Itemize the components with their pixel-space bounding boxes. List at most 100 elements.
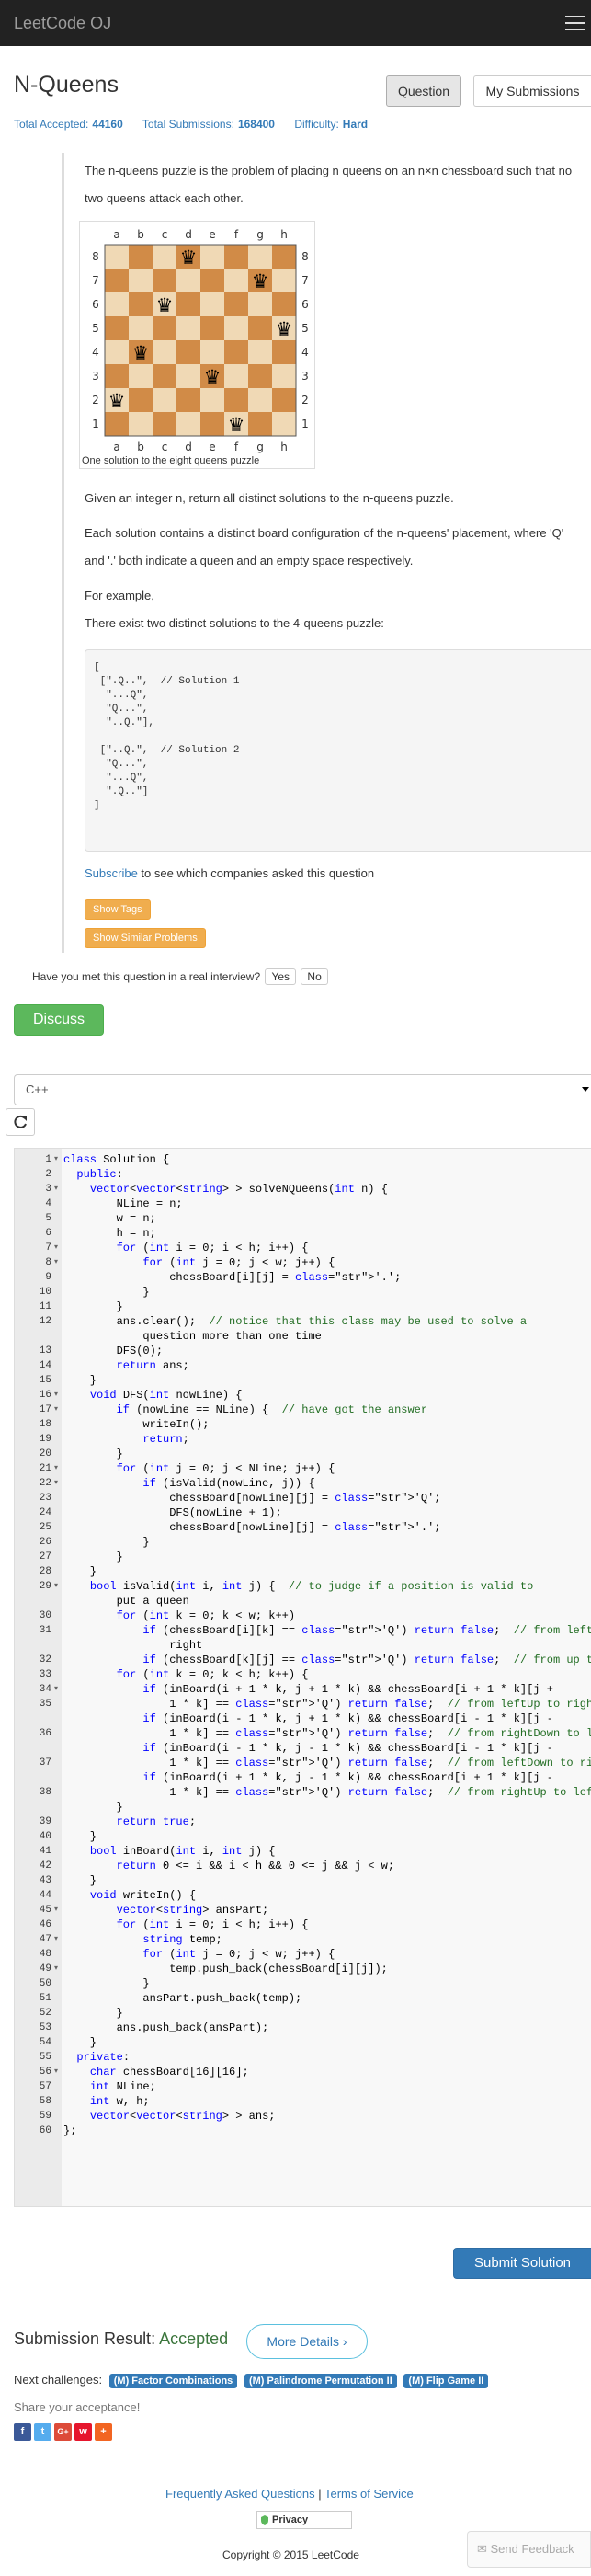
line-number: 41 (39, 1846, 51, 1857)
interview-no-button[interactable]: No (301, 968, 328, 985)
fold-arrow-icon[interactable]: ▾ (54, 1152, 58, 1167)
description-p2: Given an integer n, return all distinct … (85, 491, 454, 505)
next-challenge-link[interactable]: (M) Palindrome Permutation II (244, 2374, 397, 2388)
board-square (176, 269, 200, 292)
rank-label: 1 (92, 418, 99, 430)
discuss-button[interactable]: Discuss (14, 1004, 104, 1036)
board-square (272, 412, 296, 436)
line-number: 52 (39, 2008, 51, 2019)
subscribe-text: to see which companies asked this questi… (137, 866, 375, 880)
interview-yes-button[interactable]: Yes (265, 968, 297, 985)
line-number: 19 (39, 1434, 51, 1445)
line-number: 21 (39, 1463, 51, 1474)
total-accepted-value: 44160 (92, 118, 123, 131)
plus-icon[interactable]: + (95, 2423, 112, 2441)
code-text: ansPart.push_back(temp); (63, 1992, 302, 2005)
board-square (105, 245, 129, 269)
line-number: 42 (39, 1860, 51, 1872)
code-text: return; (142, 1433, 189, 1446)
line-number: 47 (39, 1934, 51, 1945)
google-plus-icon[interactable]: G+ (54, 2423, 72, 2441)
fold-arrow-icon[interactable]: ▾ (54, 1476, 58, 1491)
fold-arrow-icon[interactable]: ▾ (54, 1241, 58, 1255)
file-label: c (162, 441, 168, 453)
code-text: } (63, 1536, 150, 1549)
send-feedback-button[interactable]: ✉ Send Feedback (467, 2531, 591, 2568)
line-number: 10 (39, 1287, 51, 1298)
total-submissions-label: Total Submissions: (142, 118, 234, 131)
line-number: 8 (45, 1257, 51, 1268)
line-number: 5 (45, 1213, 51, 1224)
privacy-link[interactable]: Privacy (256, 2511, 352, 2529)
fold-arrow-icon[interactable]: ▾ (54, 1932, 58, 1947)
fold-arrow-icon[interactable]: ▾ (54, 1388, 58, 1402)
board-square (129, 292, 153, 316)
line-number: 32 (39, 1654, 51, 1666)
code-text: chessBoard[i][j] = class="str">'.'; (63, 1271, 402, 1284)
board-square (176, 364, 200, 388)
subscribe-link[interactable]: Subscribe (85, 866, 138, 880)
code-text: if (isValid(nowLine, j)) { (142, 1477, 315, 1490)
show-similar-problems-button[interactable]: Show Similar Problems (85, 928, 206, 948)
code-text: class Solution { (63, 1153, 170, 1166)
fold-arrow-icon[interactable]: ▾ (54, 1461, 58, 1476)
code-editor[interactable]: 1 ▾ class Solution {2 public: 3 ▾ vector<vec… (14, 1148, 591, 2207)
twitter-icon[interactable]: t (34, 2423, 51, 2441)
code-text: ans.clear(); // notice that this class m… (63, 1315, 528, 1328)
board-square (200, 388, 224, 412)
description-p1-line1: The n-queens puzzle is the problem of pl… (85, 164, 573, 177)
fold-arrow-icon[interactable]: ▾ (54, 1682, 58, 1697)
chessboard-figure: a a b b c c d d e e f f g g h h 8 8 7 7 6 6 5 5 4 4 3 3 2 2 1 1 ♛ ♛ ♛ ♛ ♛ ♛ ♛ ♛… (79, 221, 315, 469)
board-square (224, 316, 248, 340)
code-text: void writeIn() { (89, 1889, 197, 1902)
board-square (176, 388, 200, 412)
faq-link[interactable]: Frequently Asked Questions (165, 2487, 315, 2501)
code-text: string temp; (142, 1933, 222, 1946)
next-challenge-link[interactable]: (M) Factor Combinations (108, 2374, 238, 2388)
weibo-icon[interactable]: w (74, 2423, 92, 2441)
fold-arrow-icon[interactable]: ▾ (54, 2065, 58, 2079)
submit-solution-button[interactable]: Submit Solution (453, 2248, 591, 2279)
code-text: bool inBoard(int i, int j) { (89, 1845, 276, 1858)
footer-separator: | (314, 2487, 324, 2501)
board-square (248, 412, 272, 436)
line-number: 34 (39, 1684, 51, 1695)
code-text: ans.push_back(ansPart); (63, 2021, 269, 2034)
line-number: 29 (39, 1581, 51, 1592)
line-number: 49 (39, 1963, 51, 1975)
next-challenge-link[interactable]: (M) Flip Game II (403, 2374, 489, 2388)
more-details-button[interactable]: More Details › (246, 2324, 368, 2359)
line-number: 35 (39, 1699, 51, 1710)
fold-arrow-icon[interactable]: ▾ (54, 1402, 58, 1417)
terms-link[interactable]: Terms of Service (324, 2487, 414, 2501)
line-number: 28 (39, 1566, 51, 1577)
code-text: for (int i = 0; i < h; i++) { (116, 1918, 309, 1931)
brand-link[interactable]: LeetCode OJ (14, 14, 111, 33)
reset-code-button[interactable] (6, 1108, 35, 1136)
board-square (224, 292, 248, 316)
code-text: NLine = n; (63, 1197, 183, 1210)
code-text: if (inBoard(i + 1 * k, j - 1 * k) && che… (142, 1771, 553, 1784)
show-tags-button[interactable]: Show Tags (85, 899, 151, 920)
line-number: 50 (39, 1978, 51, 1989)
file-label: d (185, 441, 192, 453)
board-square (224, 340, 248, 364)
fold-arrow-icon[interactable]: ▾ (54, 1903, 58, 1918)
board-square (129, 316, 153, 340)
navbar: LeetCode OJ (0, 0, 591, 46)
language-select[interactable]: C++ (14, 1074, 591, 1105)
fold-arrow-icon[interactable]: ▾ (54, 1255, 58, 1270)
menu-toggle-icon[interactable] (565, 16, 585, 30)
code-text: 1 * k] == class="str">'Q') return false;… (63, 1757, 591, 1769)
fold-arrow-icon[interactable]: ▾ (54, 1962, 58, 1976)
board-square (248, 316, 272, 340)
submission-status: Accepted (159, 2330, 229, 2348)
facebook-icon[interactable]: f (14, 2423, 31, 2441)
fold-arrow-icon[interactable]: ▾ (54, 1579, 58, 1594)
rank-label: 7 (301, 274, 309, 287)
next-challenges-label: Next challenges: (14, 2373, 103, 2387)
question-tab[interactable]: Question (386, 75, 461, 107)
my-submissions-tab[interactable]: My Submissions (473, 75, 591, 107)
code-text: 1 * k] == class="str">'Q') return false;… (63, 1786, 591, 1799)
fold-arrow-icon[interactable]: ▾ (54, 1182, 58, 1196)
